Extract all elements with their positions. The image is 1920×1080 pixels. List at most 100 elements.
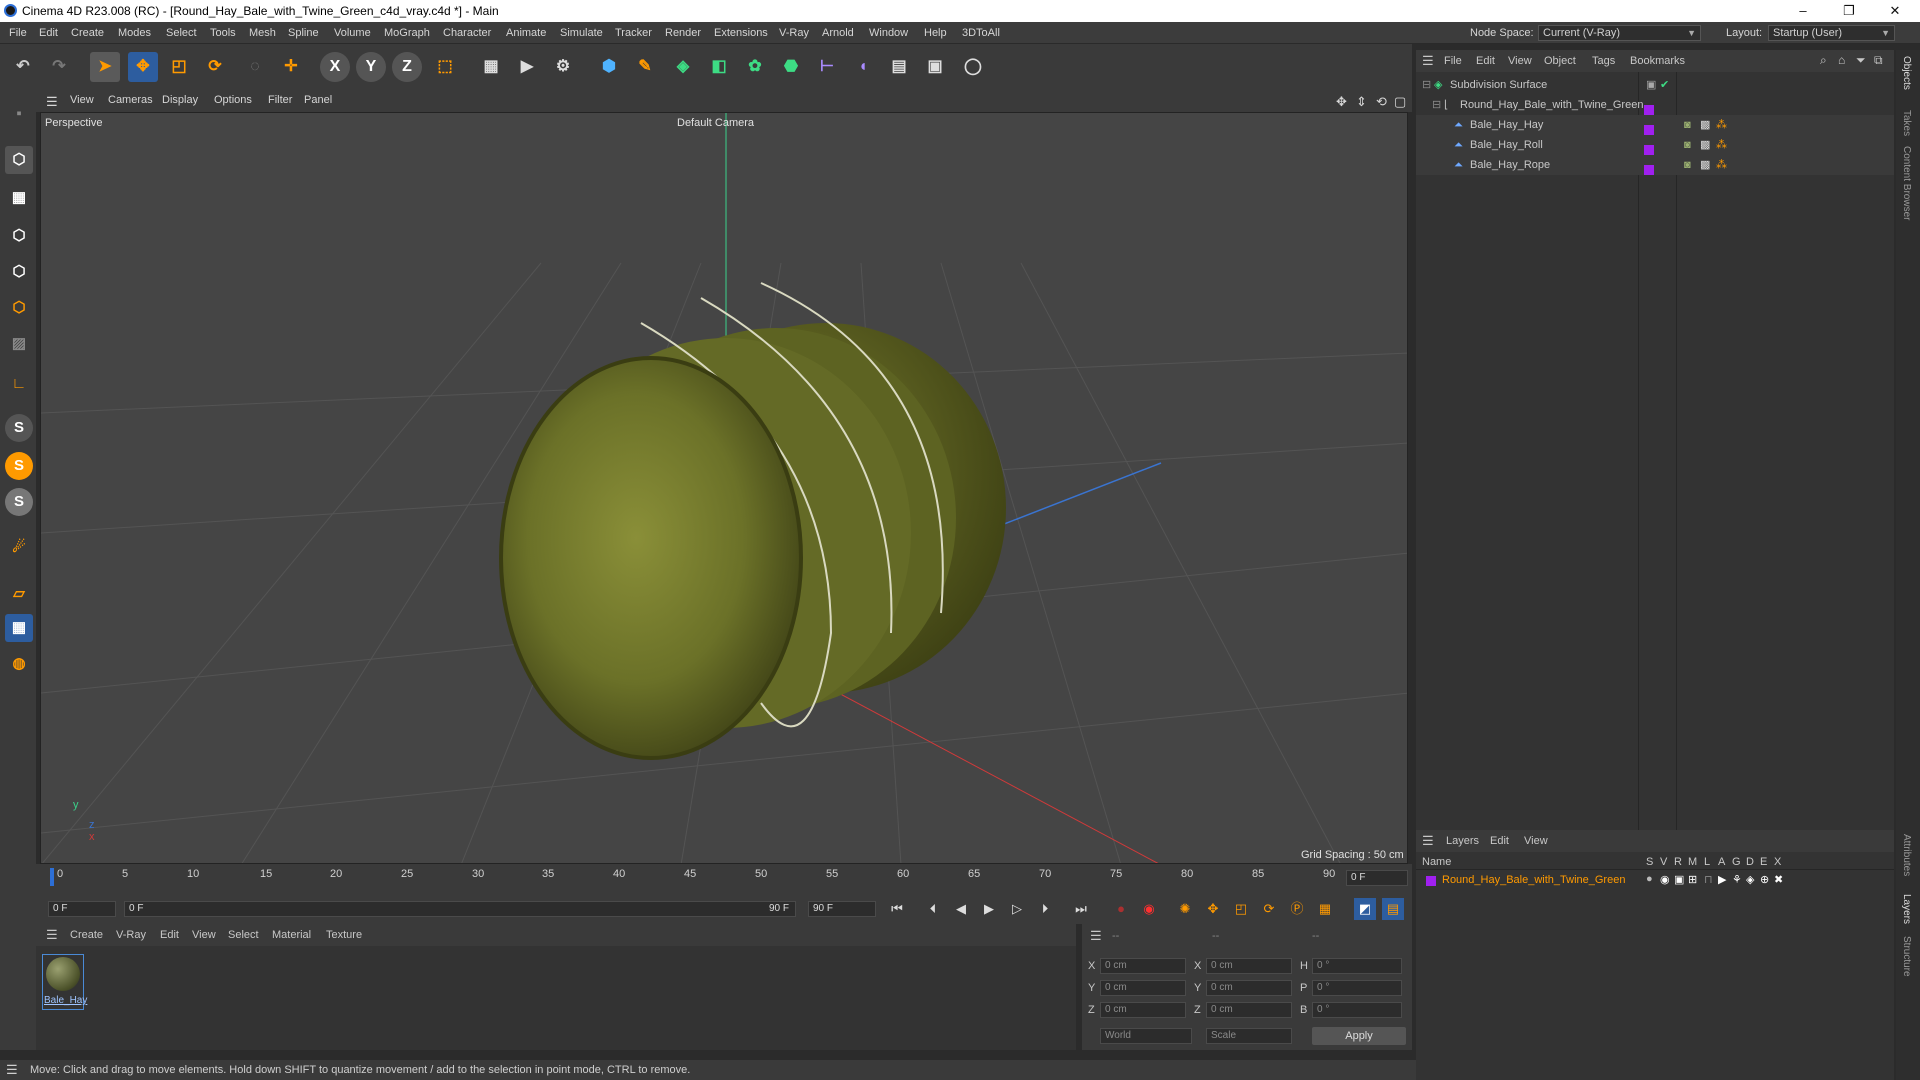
layer-color-swatch[interactable] bbox=[1644, 160, 1654, 180]
material-tag-icon[interactable]: ◙ bbox=[1684, 135, 1691, 155]
texture-mode-icon[interactable]: ▦ bbox=[5, 184, 33, 212]
keyframe-selection-icon[interactable]: ✺ bbox=[1174, 898, 1196, 920]
apply-button[interactable]: Apply bbox=[1312, 1027, 1406, 1045]
generator-icon[interactable]: ⚘ bbox=[1732, 873, 1742, 886]
render-region-icon[interactable]: ▦ bbox=[476, 52, 506, 82]
vp-menu-options[interactable]: Options bbox=[214, 94, 252, 106]
play-icon[interactable]: ▶ bbox=[978, 898, 1000, 920]
size-z-field[interactable]: 0 cm bbox=[1206, 1002, 1292, 1018]
transform-mode-dropdown[interactable]: Scale bbox=[1206, 1028, 1292, 1044]
hamburger-icon[interactable]: ☰ bbox=[1422, 53, 1434, 69]
rot-p-field[interactable]: 0 ° bbox=[1312, 980, 1402, 996]
search-icon[interactable]: ⌕ bbox=[1820, 53, 1827, 68]
render-icon[interactable]: ▣ bbox=[1674, 873, 1684, 886]
tab-attributes[interactable]: Attributes bbox=[1901, 834, 1912, 876]
start-frame-field[interactable]: 0 F bbox=[48, 901, 116, 917]
material-tag-icon[interactable]: ◙ bbox=[1684, 155, 1691, 175]
vray-tag-icon[interactable]: ⁂ bbox=[1716, 115, 1727, 135]
texture-tag-icon[interactable]: ▩ bbox=[1700, 115, 1710, 135]
vp-menu-cameras[interactable]: Cameras bbox=[108, 94, 153, 106]
eye-icon[interactable]: ◉ bbox=[1660, 873, 1670, 886]
obj-menu-file[interactable]: File bbox=[1444, 55, 1462, 67]
menu-arnold[interactable]: Arnold bbox=[822, 27, 854, 39]
timeline-window-icon[interactable]: ◩ bbox=[1354, 898, 1376, 920]
key-position-icon[interactable]: ✥ bbox=[1202, 898, 1224, 920]
hamburger-icon[interactable]: ☰ bbox=[46, 94, 58, 110]
playhead[interactable] bbox=[50, 868, 54, 886]
object-row-roll[interactable]: ⏶ Bale_Hay_Roll ◙ ▩ ⁂ bbox=[1416, 135, 1894, 156]
object-row-bale[interactable]: ⊟ ⌊ Round_Hay_Bale_with_Twine_Green bbox=[1416, 95, 1894, 116]
minimize-button[interactable]: – bbox=[1780, 0, 1826, 22]
mat-menu-select[interactable]: Select bbox=[228, 929, 259, 941]
hamburger-icon[interactable]: ☰ bbox=[1422, 833, 1434, 849]
dope-sheet-icon[interactable]: ▤ bbox=[1382, 898, 1404, 920]
coordinate-system-icon[interactable]: ⬚ bbox=[430, 52, 460, 82]
xref-icon[interactable]: ✖ bbox=[1774, 873, 1783, 886]
material-tag-icon[interactable]: ◙ bbox=[1684, 115, 1691, 135]
editor-toggle-icon[interactable]: ▣ bbox=[1646, 75, 1656, 95]
next-frame-icon[interactable]: ▷ bbox=[1006, 898, 1028, 920]
vray-tag-icon[interactable]: ⁂ bbox=[1716, 135, 1727, 155]
mograph-cloner-icon[interactable]: ✿ bbox=[740, 52, 770, 82]
tab-takes[interactable]: Takes bbox=[1901, 110, 1912, 136]
new-window-icon[interactable]: ⧉ bbox=[1874, 53, 1883, 68]
material-swatch[interactable]: Bale_Hay bbox=[42, 954, 87, 1010]
layer-menu-edit[interactable]: Edit bbox=[1490, 835, 1509, 847]
texture-tag-icon[interactable]: ▩ bbox=[1700, 135, 1710, 155]
pos-y-field[interactable]: 0 cm bbox=[1100, 980, 1186, 996]
animation-icon[interactable]: ▶ bbox=[1718, 873, 1726, 886]
camera-label[interactable]: Default Camera bbox=[677, 117, 754, 129]
end-frame-field[interactable]: 90 F bbox=[808, 901, 876, 917]
pan-view-icon[interactable]: ✥ bbox=[1336, 94, 1347, 110]
object-row-hay[interactable]: ⏶ Bale_Hay_Hay ◙ ▩ ⁂ bbox=[1416, 115, 1894, 136]
menu-spline[interactable]: Spline bbox=[288, 27, 319, 39]
deformer-icon[interactable]: ◈ bbox=[1746, 873, 1754, 886]
select-tool-icon[interactable]: ➤ bbox=[90, 52, 120, 82]
subdivision-icon[interactable]: ◈ bbox=[668, 52, 698, 82]
menu-character[interactable]: Character bbox=[443, 27, 491, 39]
obj-menu-object[interactable]: Object bbox=[1544, 55, 1576, 67]
prev-key-icon[interactable]: ⏴ bbox=[922, 898, 944, 920]
texture-tag-icon[interactable]: ▩ bbox=[1700, 155, 1710, 175]
goto-start-icon[interactable]: ⏮ bbox=[886, 898, 908, 920]
mat-menu-vray[interactable]: V-Ray bbox=[116, 929, 146, 941]
tab-objects[interactable]: Objects bbox=[1901, 56, 1912, 90]
transform-icon[interactable]: ✛ bbox=[276, 52, 306, 82]
scene-icon[interactable]: ◖ bbox=[848, 52, 878, 82]
menu-file[interactable]: File bbox=[9, 27, 27, 39]
obj-menu-edit[interactable]: Edit bbox=[1476, 55, 1495, 67]
vp-menu-panel[interactable]: Panel bbox=[304, 94, 332, 106]
menu-tracker[interactable]: Tracker bbox=[615, 27, 652, 39]
vp-menu-filter[interactable]: Filter bbox=[268, 94, 292, 106]
menu-window[interactable]: Window bbox=[869, 27, 908, 39]
manager-icon[interactable]: ⊞ bbox=[1688, 873, 1697, 886]
snap-settings-icon[interactable]: S bbox=[5, 452, 33, 480]
rot-h-field[interactable]: 0 ° bbox=[1312, 958, 1402, 974]
record-icon[interactable]: ◉ bbox=[1138, 898, 1160, 920]
z-axis-lock-icon[interactable]: Z bbox=[392, 52, 422, 82]
rotate-tool-icon[interactable]: ⟳ bbox=[200, 52, 230, 82]
pen-spline-icon[interactable]: ✎ bbox=[630, 52, 660, 82]
lock-icon[interactable]: ⊓ bbox=[1704, 873, 1713, 886]
menu-simulate[interactable]: Simulate bbox=[560, 27, 603, 39]
mat-menu-view[interactable]: View bbox=[192, 929, 216, 941]
obj-menu-view[interactable]: View bbox=[1508, 55, 1532, 67]
menu-3dtoall[interactable]: 3DToAll bbox=[962, 27, 1000, 39]
hamburger-icon[interactable]: ☰ bbox=[1090, 928, 1102, 944]
workplane-icon[interactable]: ▱ bbox=[5, 580, 33, 608]
tab-structure[interactable]: Structure bbox=[1901, 936, 1912, 977]
maximize-view-icon[interactable]: ▢ bbox=[1394, 94, 1406, 110]
make-editable-icon[interactable]: ▪ bbox=[5, 100, 33, 128]
rot-b-field[interactable]: 0 ° bbox=[1312, 1002, 1402, 1018]
hay-bale-model[interactable] bbox=[499, 282, 1006, 760]
collapse-icon[interactable]: ⊟ bbox=[1422, 75, 1431, 95]
close-button[interactable]: ✕ bbox=[1872, 0, 1918, 22]
point-mode-icon[interactable]: ⬡ bbox=[5, 222, 33, 250]
key-parameter-icon[interactable]: Ⓟ bbox=[1286, 898, 1308, 920]
vp-menu-display[interactable]: Display bbox=[162, 94, 198, 106]
size-y-field[interactable]: 0 cm bbox=[1206, 980, 1292, 996]
move-view-icon[interactable]: ⇕ bbox=[1356, 94, 1367, 110]
cube-icon[interactable]: ⬢ bbox=[594, 52, 624, 82]
redo-icon[interactable]: ↷ bbox=[44, 52, 74, 82]
coord-mode-dropdown[interactable]: World bbox=[1100, 1028, 1192, 1044]
